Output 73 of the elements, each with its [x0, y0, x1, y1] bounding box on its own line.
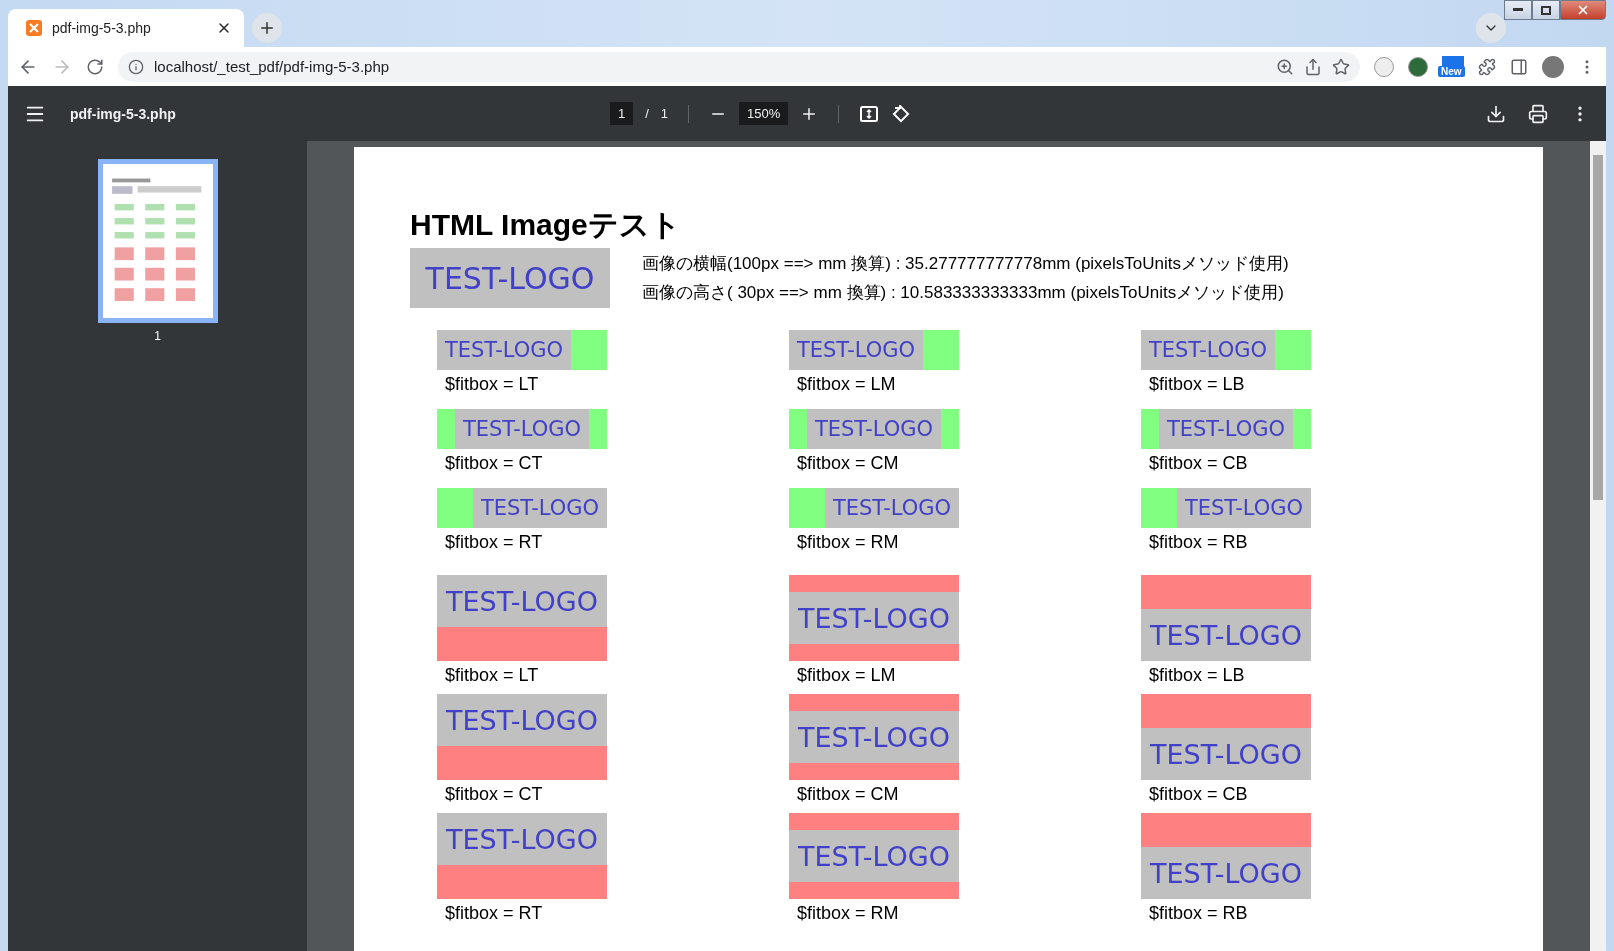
- fitbox-label: $fitbox = LB: [1149, 374, 1245, 395]
- fitbox-label: $fitbox = CM: [797, 453, 899, 474]
- minimize-icon: [1513, 8, 1523, 12]
- fitbox-label: $fitbox = CM: [797, 784, 899, 805]
- fitbox-label: $fitbox = RB: [1149, 903, 1248, 924]
- test-logo: TEST-LOGO: [1141, 330, 1275, 370]
- test-logo: TEST-LOGO: [825, 488, 959, 528]
- test-logo: TEST-LOGO: [437, 330, 571, 370]
- fit-page-icon[interactable]: [859, 103, 880, 124]
- fitbox-label: $fitbox = RT: [445, 532, 543, 553]
- maximize-button[interactable]: [1532, 0, 1560, 20]
- new-badge: New: [1438, 65, 1465, 77]
- info-icon: [128, 58, 144, 75]
- minimize-button[interactable]: [1504, 0, 1532, 20]
- fitbox-label: $fitbox = LT: [445, 665, 539, 686]
- fitbox-label: $fitbox = LM: [797, 374, 896, 395]
- page-separator: /: [645, 106, 649, 121]
- download-icon[interactable]: [1486, 103, 1506, 124]
- close-icon: [1576, 3, 1590, 17]
- fitbox-label: $fitbox = LT: [445, 374, 539, 395]
- info-line: 画像の高さ( 30px ==> mm 換算) : 10.583333333333mm (pixelsToUnitsメソッド使用): [642, 282, 1285, 304]
- info-line: 画像の横幅(100px ==> mm 換算) : 35.277777777778mm (pixelsToUnitsメソッド使用): [642, 253, 1289, 275]
- test-logo: TEST-LOGO: [437, 575, 607, 627]
- test-logo: TEST-LOGO: [1177, 488, 1311, 528]
- profile-avatar[interactable]: [1542, 55, 1564, 78]
- fitbox-label: $fitbox = CB: [1149, 784, 1248, 805]
- plus-icon: [258, 19, 276, 37]
- address-field[interactable]: localhost/_test_pdf/pdf-img-5-3.php: [118, 51, 1360, 82]
- zoom-field[interactable]: 150%: [739, 102, 789, 125]
- page-number-field[interactable]: 1: [610, 102, 634, 125]
- thumbnail-label: 1: [154, 329, 161, 343]
- maximize-icon: [1541, 5, 1551, 15]
- fitbox-label: $fitbox = RT: [445, 903, 543, 924]
- zoom-icon[interactable]: [1276, 57, 1294, 76]
- test-logo: TEST-LOGO: [789, 330, 923, 370]
- test-logo: TEST-LOGO: [1141, 728, 1311, 780]
- test-logo: TEST-LOGO: [1141, 847, 1311, 899]
- test-logo: TEST-LOGO: [473, 488, 607, 528]
- fitbox-label: $fitbox = CT: [445, 784, 543, 805]
- fitbox-label: $fitbox = RM: [797, 532, 899, 553]
- browser-tab[interactable]: pdf-img-5-3.php: [8, 9, 244, 47]
- test-logo: TEST-LOGO: [437, 813, 607, 865]
- fitbox-label: $fitbox = RB: [1149, 532, 1248, 553]
- document-title: pdf-img-5-3.php: [70, 105, 177, 122]
- share-icon[interactable]: [1304, 57, 1322, 76]
- test-logo: TEST-LOGO: [807, 409, 941, 449]
- test-logo: TEST-LOGO: [1159, 409, 1293, 449]
- extension-icon[interactable]: [1408, 56, 1428, 77]
- test-logo: TEST-LOGO: [789, 711, 959, 763]
- page-count: 1: [660, 106, 669, 121]
- test-logo: TEST-LOGO: [455, 409, 589, 449]
- new-tab-button[interactable]: [252, 13, 282, 43]
- page-heading: HTML Imageテスト: [410, 207, 682, 243]
- test-logo: TEST-LOGO: [437, 694, 607, 746]
- tab-title: pdf-img-5-3.php: [52, 20, 152, 36]
- test-logo: TEST-LOGO: [789, 830, 959, 882]
- side-panel-icon[interactable]: [1510, 57, 1528, 76]
- print-icon[interactable]: [1528, 103, 1548, 124]
- page-thumbnail[interactable]: [97, 159, 218, 323]
- test-logo: TEST-LOGO: [789, 592, 959, 644]
- scrollbar[interactable]: [1590, 141, 1606, 951]
- fitbox-label: $fitbox = RM: [797, 903, 899, 924]
- rotate-icon[interactable]: [891, 103, 912, 124]
- puzzle-icon[interactable]: [1478, 57, 1496, 76]
- fitbox-label: $fitbox = LB: [1149, 665, 1245, 686]
- test-logo: TEST-LOGO: [1141, 609, 1311, 661]
- star-icon[interactable]: [1332, 57, 1350, 76]
- reload-icon[interactable]: [86, 57, 104, 76]
- test-logo: TEST-LOGO: [410, 248, 610, 308]
- fitbox-label: $fitbox = CB: [1149, 453, 1248, 474]
- fitbox-label: $fitbox = LM: [797, 665, 896, 686]
- url-text: localhost/_test_pdf/pdf-img-5-3.php: [154, 58, 391, 75]
- fitbox-label: $fitbox = CT: [445, 453, 543, 474]
